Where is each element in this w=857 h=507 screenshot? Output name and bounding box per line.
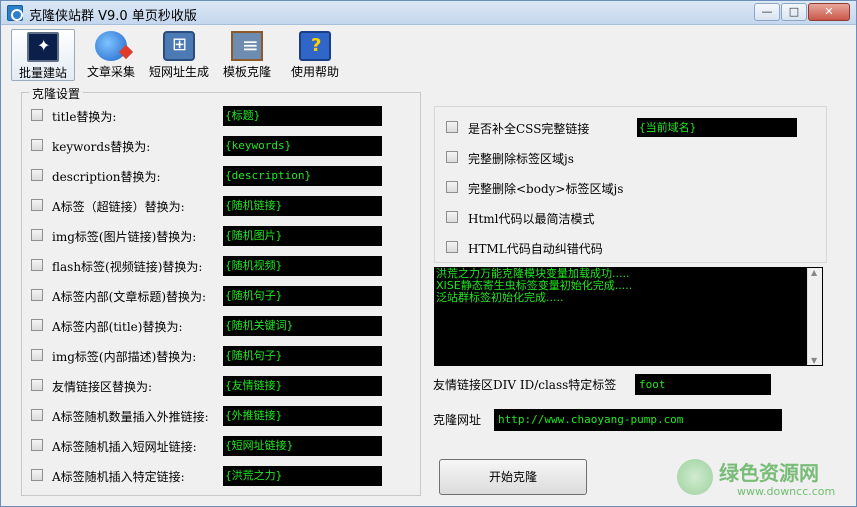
tool-label: 批量建站 xyxy=(18,66,67,80)
autofix-html-checkbox[interactable] xyxy=(446,241,458,253)
img-tag-replace-input[interactable]: {随机图片} xyxy=(223,226,382,246)
friendlink-checkbox[interactable] xyxy=(31,379,43,391)
setting-label: title替换为: xyxy=(52,110,117,124)
short-url-checkbox[interactable] xyxy=(31,439,43,451)
tool-label: 文章采集 xyxy=(86,65,135,79)
watermark-logo-icon xyxy=(677,459,713,495)
a-inner-title-attr-checkbox[interactable] xyxy=(31,319,43,331)
tool-label: 短网址生成 xyxy=(148,65,209,79)
friendlink-replace-input[interactable]: {友情链接} xyxy=(223,376,382,396)
setting-label: A标签内部(title)替换为: xyxy=(52,320,183,334)
tool-batch-build[interactable]: 批量建站 xyxy=(11,29,75,81)
a-tag-replace-input[interactable]: {随机链接} xyxy=(223,196,382,216)
clone-settings-legend: 克隆设置 xyxy=(29,85,84,102)
description-checkbox[interactable] xyxy=(31,169,43,181)
app-logo-icon xyxy=(7,5,23,21)
setting-label: flash标签(视频链接)替换为: xyxy=(52,260,203,274)
css-complete-checkbox[interactable] xyxy=(446,121,458,133)
keywords-checkbox[interactable] xyxy=(31,139,43,151)
log-line: 泛站群标签初始化完成..... xyxy=(436,291,564,304)
setting-label: description替换为: xyxy=(52,170,161,184)
watermark-url: www.downcc.com xyxy=(737,485,836,498)
tool-label: 使用帮助 xyxy=(290,65,339,79)
setting-label: A标签随机插入短网址链接: xyxy=(52,440,197,454)
specific-link-checkbox[interactable] xyxy=(31,469,43,481)
setting-label: keywords替换为: xyxy=(52,140,151,154)
setting-label: 友情链接区替换为: xyxy=(52,380,153,394)
a-tag-checkbox[interactable] xyxy=(31,199,43,211)
globe-icon xyxy=(95,31,127,61)
title-checkbox[interactable] xyxy=(31,109,43,121)
window-title: 克隆侠站群 V9.0 单页秒收版 xyxy=(29,9,197,24)
specific-link-input[interactable]: {洪荒之力} xyxy=(223,466,382,486)
img-desc-replace-input[interactable]: {随机句子} xyxy=(223,346,382,366)
setting-label: img标签(内部描述)替换为: xyxy=(52,350,197,364)
setting-label: A标签随机数量插入外推链接: xyxy=(52,410,209,424)
template-icon xyxy=(231,31,263,61)
a-inner-title-checkbox[interactable] xyxy=(31,289,43,301)
external-links-input[interactable]: {外推链接} xyxy=(223,406,382,426)
log-output[interactable]: 洪荒之力万能克隆模块变量加载成功..... XISE静态寄生虫标签变量初始化完成… xyxy=(434,267,823,366)
app-window: 克隆侠站群 V9.0 单页秒收版 — □ ✕ 批量建站 文章采集 短网址生成 模… xyxy=(0,0,857,507)
help-book-icon xyxy=(299,31,331,61)
external-links-checkbox[interactable] xyxy=(31,409,43,421)
a-inner-title-replace-input[interactable]: {随机句子} xyxy=(223,286,382,306)
css-domain-input[interactable]: {当前域名} xyxy=(637,118,797,137)
tool-short-url[interactable]: 短网址生成 xyxy=(147,29,211,81)
monitor-icon xyxy=(27,32,59,62)
remove-js-checkbox[interactable] xyxy=(446,151,458,163)
start-clone-button[interactable]: 开始克隆 xyxy=(439,459,587,495)
friendlink-tag-label: 友情链接区DIV ID/class特定标签 xyxy=(433,378,617,392)
minimize-button[interactable]: — xyxy=(754,3,780,21)
description-replace-input[interactable]: {description} xyxy=(223,166,382,186)
log-scrollbar[interactable] xyxy=(807,268,822,365)
a-inner-title-attr-replace-input[interactable]: {随机关键词} xyxy=(223,316,382,336)
option-label: 完整删除<body>标签区域js xyxy=(468,182,624,196)
flash-tag-checkbox[interactable] xyxy=(31,259,43,271)
setting-label: A标签（超链接）替换为: xyxy=(52,200,185,214)
clone-url-input[interactable]: http://www.chaoyang-pump.com xyxy=(494,409,782,431)
setting-label: img标签(图片链接)替换为: xyxy=(52,230,197,244)
tool-help[interactable]: 使用帮助 xyxy=(283,29,347,81)
tool-label: 模板克隆 xyxy=(222,65,271,79)
title-bar[interactable]: 克隆侠站群 V9.0 单页秒收版 — □ ✕ xyxy=(1,1,856,25)
toolbar: 批量建站 文章采集 短网址生成 模板克隆 使用帮助 xyxy=(11,29,351,83)
flash-tag-replace-input[interactable]: {随机视频} xyxy=(223,256,382,276)
close-button[interactable]: ✕ xyxy=(808,3,850,21)
tool-article-collect[interactable]: 文章采集 xyxy=(79,29,143,81)
option-label: 完整删除标签区域js xyxy=(468,152,574,166)
option-label: HTML代码自动纠错代码 xyxy=(468,242,603,256)
option-label: Html代码以最简洁模式 xyxy=(468,212,595,226)
watermark-name: 绿色资源网 xyxy=(719,461,819,485)
link-icon xyxy=(163,31,195,61)
setting-label: A标签内部(文章标题)替换为: xyxy=(52,290,207,304)
option-label: 是否补全CSS完整链接 xyxy=(468,122,590,136)
img-desc-checkbox[interactable] xyxy=(31,349,43,361)
remove-body-js-checkbox[interactable] xyxy=(446,181,458,193)
tool-template-clone[interactable]: 模板克隆 xyxy=(215,29,279,81)
friendlink-tag-input[interactable]: foot xyxy=(635,374,771,395)
keywords-replace-input[interactable]: {keywords} xyxy=(223,136,382,156)
compact-html-checkbox[interactable] xyxy=(446,211,458,223)
clone-url-label: 克隆网址 xyxy=(433,413,482,427)
title-replace-input[interactable]: {标题} xyxy=(223,106,382,126)
img-tag-checkbox[interactable] xyxy=(31,229,43,241)
short-url-input[interactable]: {短网址链接} xyxy=(223,436,382,456)
window-controls: — □ ✕ xyxy=(753,3,850,21)
maximize-button[interactable]: □ xyxy=(781,3,807,21)
setting-label: A标签随机插入特定链接: xyxy=(52,470,185,484)
